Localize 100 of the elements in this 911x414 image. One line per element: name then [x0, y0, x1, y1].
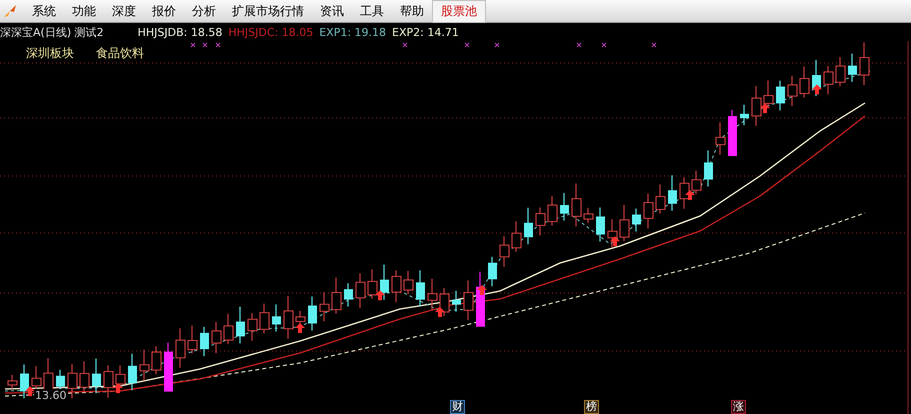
- candlestick: [404, 270, 414, 295]
- candlestick: [140, 349, 150, 382]
- sector-tag: 深圳板块: [26, 45, 74, 62]
- up-arrow-icon: [760, 103, 770, 114]
- candlestick: [188, 324, 198, 354]
- app-logo-icon: [2, 3, 18, 19]
- candlestick: [512, 220, 522, 252]
- candlestick: [500, 236, 510, 268]
- indicator-value: HHJSJDB: 18.58: [138, 26, 222, 38]
- candlestick: [128, 353, 137, 391]
- candlestick: [464, 280, 474, 321]
- candlestick: [596, 207, 605, 242]
- candlestick: [284, 295, 294, 340]
- candlestick: [524, 207, 533, 245]
- candlestick: [620, 204, 630, 242]
- candlestick: [308, 296, 317, 331]
- candlestick: [116, 364, 126, 388]
- candlestick: [560, 192, 569, 222]
- candlestick: [572, 183, 582, 227]
- menu-item[interactable]: 功能: [64, 0, 104, 22]
- candlestick: [332, 277, 342, 314]
- event-marker[interactable]: 榜: [584, 400, 599, 414]
- cross-marker-icon: [402, 42, 408, 48]
- menu-item[interactable]: 扩展市场行情: [224, 0, 312, 22]
- candlestick: [416, 270, 425, 308]
- cross-marker-icon: [216, 42, 220, 48]
- menu-item[interactable]: 股票池: [432, 0, 486, 22]
- candlestick: [200, 326, 209, 357]
- candlestick: [584, 207, 594, 224]
- up-arrow-icon: [25, 386, 35, 396]
- candlestick: [680, 176, 690, 210]
- up-arrow-icon: [477, 285, 487, 295]
- candlestick: [440, 288, 450, 316]
- cross-marker-icon: [652, 42, 656, 48]
- menu-item[interactable]: 帮助: [392, 0, 432, 22]
- cross-marker-icon: [190, 42, 196, 48]
- candlestick: [716, 122, 726, 156]
- candlestick: [548, 196, 558, 226]
- candlestick: [164, 342, 173, 392]
- up-arrow-icon: [375, 290, 385, 300]
- candlestick: [536, 207, 546, 236]
- candlestick: [248, 312, 258, 342]
- candlestick: [800, 66, 810, 98]
- up-arrow-icon: [435, 307, 445, 317]
- candlestick: [344, 282, 353, 308]
- indicator-value: HHJSJDC: 18.05: [228, 26, 314, 38]
- candlestick: [668, 174, 677, 212]
- candlestick: [80, 361, 90, 392]
- candlestick: [68, 364, 78, 399]
- candlestick: [356, 272, 366, 308]
- candlestick: [692, 170, 702, 195]
- candlestick: [740, 104, 749, 126]
- candlestick: [704, 150, 713, 188]
- candlestick: [392, 270, 402, 303]
- candlestick: [104, 365, 114, 398]
- candlestick: [764, 80, 774, 108]
- up-arrow-icon: [295, 323, 305, 333]
- candlestick: [644, 193, 654, 229]
- candlestick: [752, 86, 762, 126]
- indicator-value: EXP1: 19.18: [319, 26, 386, 38]
- menu-item[interactable]: 工具: [352, 0, 392, 22]
- candlestick: [380, 264, 389, 300]
- candlestick: [176, 328, 186, 368]
- candlestick: [488, 256, 497, 287]
- menu-item[interactable]: 系统: [24, 0, 64, 22]
- candlestick: [20, 364, 29, 399]
- cross-marker-icon: [576, 42, 582, 48]
- candlestick: [260, 303, 270, 334]
- candlestick: [860, 42, 870, 86]
- indicator-value: EXP2: 14.71: [392, 26, 459, 38]
- candlestick: [656, 184, 666, 214]
- candlestick: [428, 278, 438, 311]
- price-label: 13.60: [34, 389, 68, 402]
- event-marker[interactable]: 涨: [731, 400, 746, 414]
- menu-item[interactable]: 报价: [144, 0, 184, 22]
- menu-item[interactable]: 分析: [184, 0, 224, 22]
- cross-marker-icon: [202, 42, 208, 48]
- candlestick: [236, 306, 245, 344]
- up-arrow-icon: [685, 190, 695, 200]
- candlestick: [836, 56, 846, 87]
- cross-marker-icon: [464, 42, 470, 48]
- candlestick: [368, 268, 378, 300]
- candlestick: [608, 218, 618, 248]
- sector-tag: 食品饮料: [96, 45, 144, 62]
- candlestick: [224, 313, 234, 345]
- candlestick: [632, 208, 641, 232]
- stock-title: 深深宝A(日线) 测试2: [0, 24, 104, 40]
- candlestick: [848, 53, 857, 82]
- cross-marker-icon: [602, 42, 606, 48]
- candlestick: [320, 292, 330, 322]
- up-arrow-icon: [113, 383, 123, 394]
- event-marker[interactable]: 财: [450, 400, 465, 414]
- candlestick: [788, 75, 798, 107]
- up-arrow-icon: [610, 236, 620, 246]
- candlestick: [824, 65, 834, 95]
- candlestick: [452, 290, 461, 312]
- menu-item[interactable]: 资讯: [312, 0, 352, 22]
- candlestick: [152, 346, 162, 375]
- candlestick: [272, 304, 281, 332]
- menu-item[interactable]: 深度: [104, 0, 144, 22]
